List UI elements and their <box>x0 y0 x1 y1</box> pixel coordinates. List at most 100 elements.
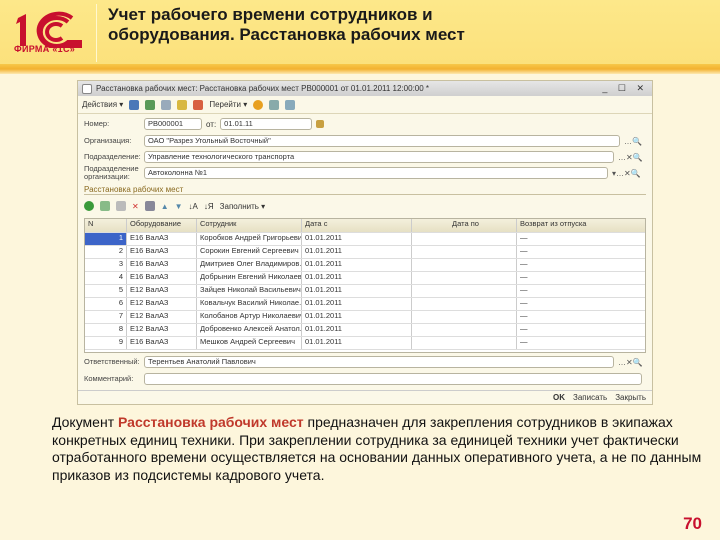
cell-eq[interactable]: Е12 ВалАЗ <box>127 285 197 297</box>
cell-date-to[interactable] <box>412 259 517 271</box>
cell-n[interactable]: 2 <box>85 246 127 258</box>
help-icon[interactable] <box>253 99 264 110</box>
copy-row-icon[interactable] <box>100 201 110 211</box>
select-button[interactable]: …🔍 <box>624 137 642 146</box>
cell-emp[interactable]: Мешков Андрей Сергеевич <box>197 337 302 349</box>
window-controls[interactable]: _ ☐ ✕ <box>602 83 648 94</box>
cell-emp[interactable]: Ковальчук Василий Николае... <box>197 298 302 310</box>
cell-n[interactable]: 7 <box>85 311 127 323</box>
cell-date-to[interactable] <box>412 311 517 323</box>
cell-return[interactable]: — <box>517 246 645 258</box>
cell-emp[interactable]: Сорокин Евгений Сергеевич <box>197 246 302 258</box>
responsible-field[interactable]: Терентьев Анатолий Павлович <box>144 356 614 368</box>
cell-date[interactable]: 01.01.2011 <box>302 324 412 336</box>
number-field[interactable]: РВ000001 <box>144 118 202 130</box>
table-row[interactable]: 9 Е16 ВалАЗ Мешков Андрей Сергеевич 01.01.2… <box>85 337 645 350</box>
post-icon[interactable] <box>177 99 188 110</box>
cell-eq[interactable]: Е16 ВалАЗ <box>127 246 197 258</box>
sort-desc-icon[interactable]: ↓Я <box>204 202 214 211</box>
cell-eq[interactable]: Е12 ВалАЗ <box>127 298 197 310</box>
cell-eq[interactable]: Е16 ВалАЗ <box>127 272 197 284</box>
cell-emp[interactable]: Коробков Андрей Григорьевич <box>197 233 302 245</box>
calendar-icon[interactable] <box>316 120 325 128</box>
cell-return[interactable]: — <box>517 259 645 271</box>
table-row[interactable]: 6 Е12 ВалАЗ Ковальчук Василий Николае... 01… <box>85 298 645 311</box>
cell-return[interactable]: — <box>517 285 645 297</box>
cell-emp[interactable]: Добровенко Алексей Анатол... <box>197 324 302 336</box>
number-row: Номер: РВ000001 от: 01.01.11 <box>84 118 325 130</box>
date-field[interactable]: 01.01.11 <box>220 118 313 130</box>
cell-date[interactable]: 01.01.2011 <box>302 311 412 323</box>
sort-asc-icon[interactable]: ↓A <box>189 202 198 211</box>
move-up-icon[interactable]: ▲ <box>161 202 169 211</box>
cell-date[interactable]: 01.01.2011 <box>302 285 412 297</box>
select-clear-button[interactable]: …✕🔍 <box>618 358 643 367</box>
cell-emp[interactable]: Дмитриев Олег Владимиров... <box>197 259 302 271</box>
cell-return[interactable]: — <box>517 337 645 349</box>
ok-button[interactable]: OK <box>553 393 565 402</box>
cell-n[interactable]: 9 <box>85 337 127 349</box>
cell-n[interactable]: 4 <box>85 272 127 284</box>
cell-eq[interactable]: Е16 ВалАЗ <box>127 337 197 349</box>
table-row[interactable]: 2 Е16 ВалАЗ Сорокин Евгений Сергеевич 01.01… <box>85 246 645 259</box>
cell-date[interactable]: 01.01.2011 <box>302 233 412 245</box>
cell-emp[interactable]: Добрынин Евгений Николаев... <box>197 272 302 284</box>
cell-return[interactable]: — <box>517 233 645 245</box>
cell-date-to[interactable] <box>412 324 517 336</box>
table-row[interactable]: 8 Е12 ВалАЗ Добровенко Алексей Анатол... 01… <box>85 324 645 337</box>
save-button[interactable]: Записать <box>573 393 607 402</box>
goto-menu[interactable]: Перейти ▾ <box>209 100 247 109</box>
dropdown-select-clear-button[interactable]: ▾…✕🔍 <box>612 169 641 178</box>
cell-date-to[interactable] <box>412 285 517 297</box>
cell-date[interactable]: 01.01.2011 <box>302 259 412 271</box>
comment-field[interactable] <box>144 373 642 385</box>
cell-n[interactable]: 3 <box>85 259 127 271</box>
table-row[interactable]: 5 Е12 ВалАЗ Зайцев Николай Васильевич 01.01… <box>85 285 645 298</box>
cell-emp[interactable]: Колобанов Артур Николаевич <box>197 311 302 323</box>
cell-return[interactable]: — <box>517 311 645 323</box>
save-icon[interactable] <box>129 99 140 110</box>
refresh-icon[interactable] <box>145 99 156 110</box>
move-down-icon[interactable]: ▼ <box>175 202 183 211</box>
select-clear-button[interactable]: …✕🔍 <box>618 153 643 162</box>
department-org-field[interactable]: Автоколонна №1 <box>144 167 608 179</box>
table-row[interactable]: 7 Е12 ВалАЗ Колобанов Артур Николаевич 01.0… <box>85 311 645 324</box>
cell-date-to[interactable] <box>412 246 517 258</box>
cell-return[interactable]: — <box>517 324 645 336</box>
table-row[interactable]: 1 Е16 ВалАЗ Коробков Андрей Григорьевич 01.… <box>85 233 645 246</box>
cell-date[interactable]: 01.01.2011 <box>302 272 412 284</box>
cell-return[interactable]: — <box>517 272 645 284</box>
structure-icon[interactable] <box>285 99 296 110</box>
edit-icon[interactable] <box>116 201 126 211</box>
table-row[interactable]: 4 Е16 ВалАЗ Добрынин Евгений Николаев... 01… <box>85 272 645 285</box>
organization-field[interactable]: ОАО "Разрез Угольный Восточный" <box>144 135 620 147</box>
cell-date[interactable]: 01.01.2011 <box>302 246 412 258</box>
cell-date-to[interactable] <box>412 337 517 349</box>
cell-date-to[interactable] <box>412 298 517 310</box>
cell-n[interactable]: 1 <box>85 233 127 245</box>
cell-eq[interactable]: Е12 ВалАЗ <box>127 324 197 336</box>
cell-eq[interactable]: Е16 ВалАЗ <box>127 233 197 245</box>
cell-n[interactable]: 6 <box>85 298 127 310</box>
unpost-icon[interactable] <box>193 99 204 110</box>
fill-menu[interactable]: Заполнить ▾ <box>220 202 266 211</box>
cell-date[interactable]: 01.01.2011 <box>302 298 412 310</box>
table-row[interactable]: 3 Е16 ВалАЗ Дмитриев Олег Владимиров... 01.… <box>85 259 645 272</box>
cell-eq[interactable]: Е16 ВалАЗ <box>127 259 197 271</box>
department-field[interactable]: Управление технологического транспорта <box>144 151 614 163</box>
cell-n[interactable]: 8 <box>85 324 127 336</box>
close-button[interactable]: Закрыть <box>615 393 646 402</box>
end-edit-icon[interactable] <box>144 201 155 211</box>
actions-menu[interactable]: Действия ▾ <box>82 100 123 109</box>
cell-return[interactable]: — <box>517 298 645 310</box>
cell-emp[interactable]: Зайцев Николай Васильевич <box>197 285 302 297</box>
delete-icon[interactable]: ✕ <box>132 202 139 211</box>
list-icon[interactable] <box>269 99 280 110</box>
cell-n[interactable]: 5 <box>85 285 127 297</box>
cell-date-to[interactable] <box>412 272 517 284</box>
copy-icon[interactable] <box>161 99 172 110</box>
cell-date[interactable]: 01.01.2011 <box>302 337 412 349</box>
cell-eq[interactable]: Е12 ВалАЗ <box>127 311 197 323</box>
add-icon[interactable] <box>84 201 94 211</box>
cell-date-to[interactable] <box>412 233 517 245</box>
